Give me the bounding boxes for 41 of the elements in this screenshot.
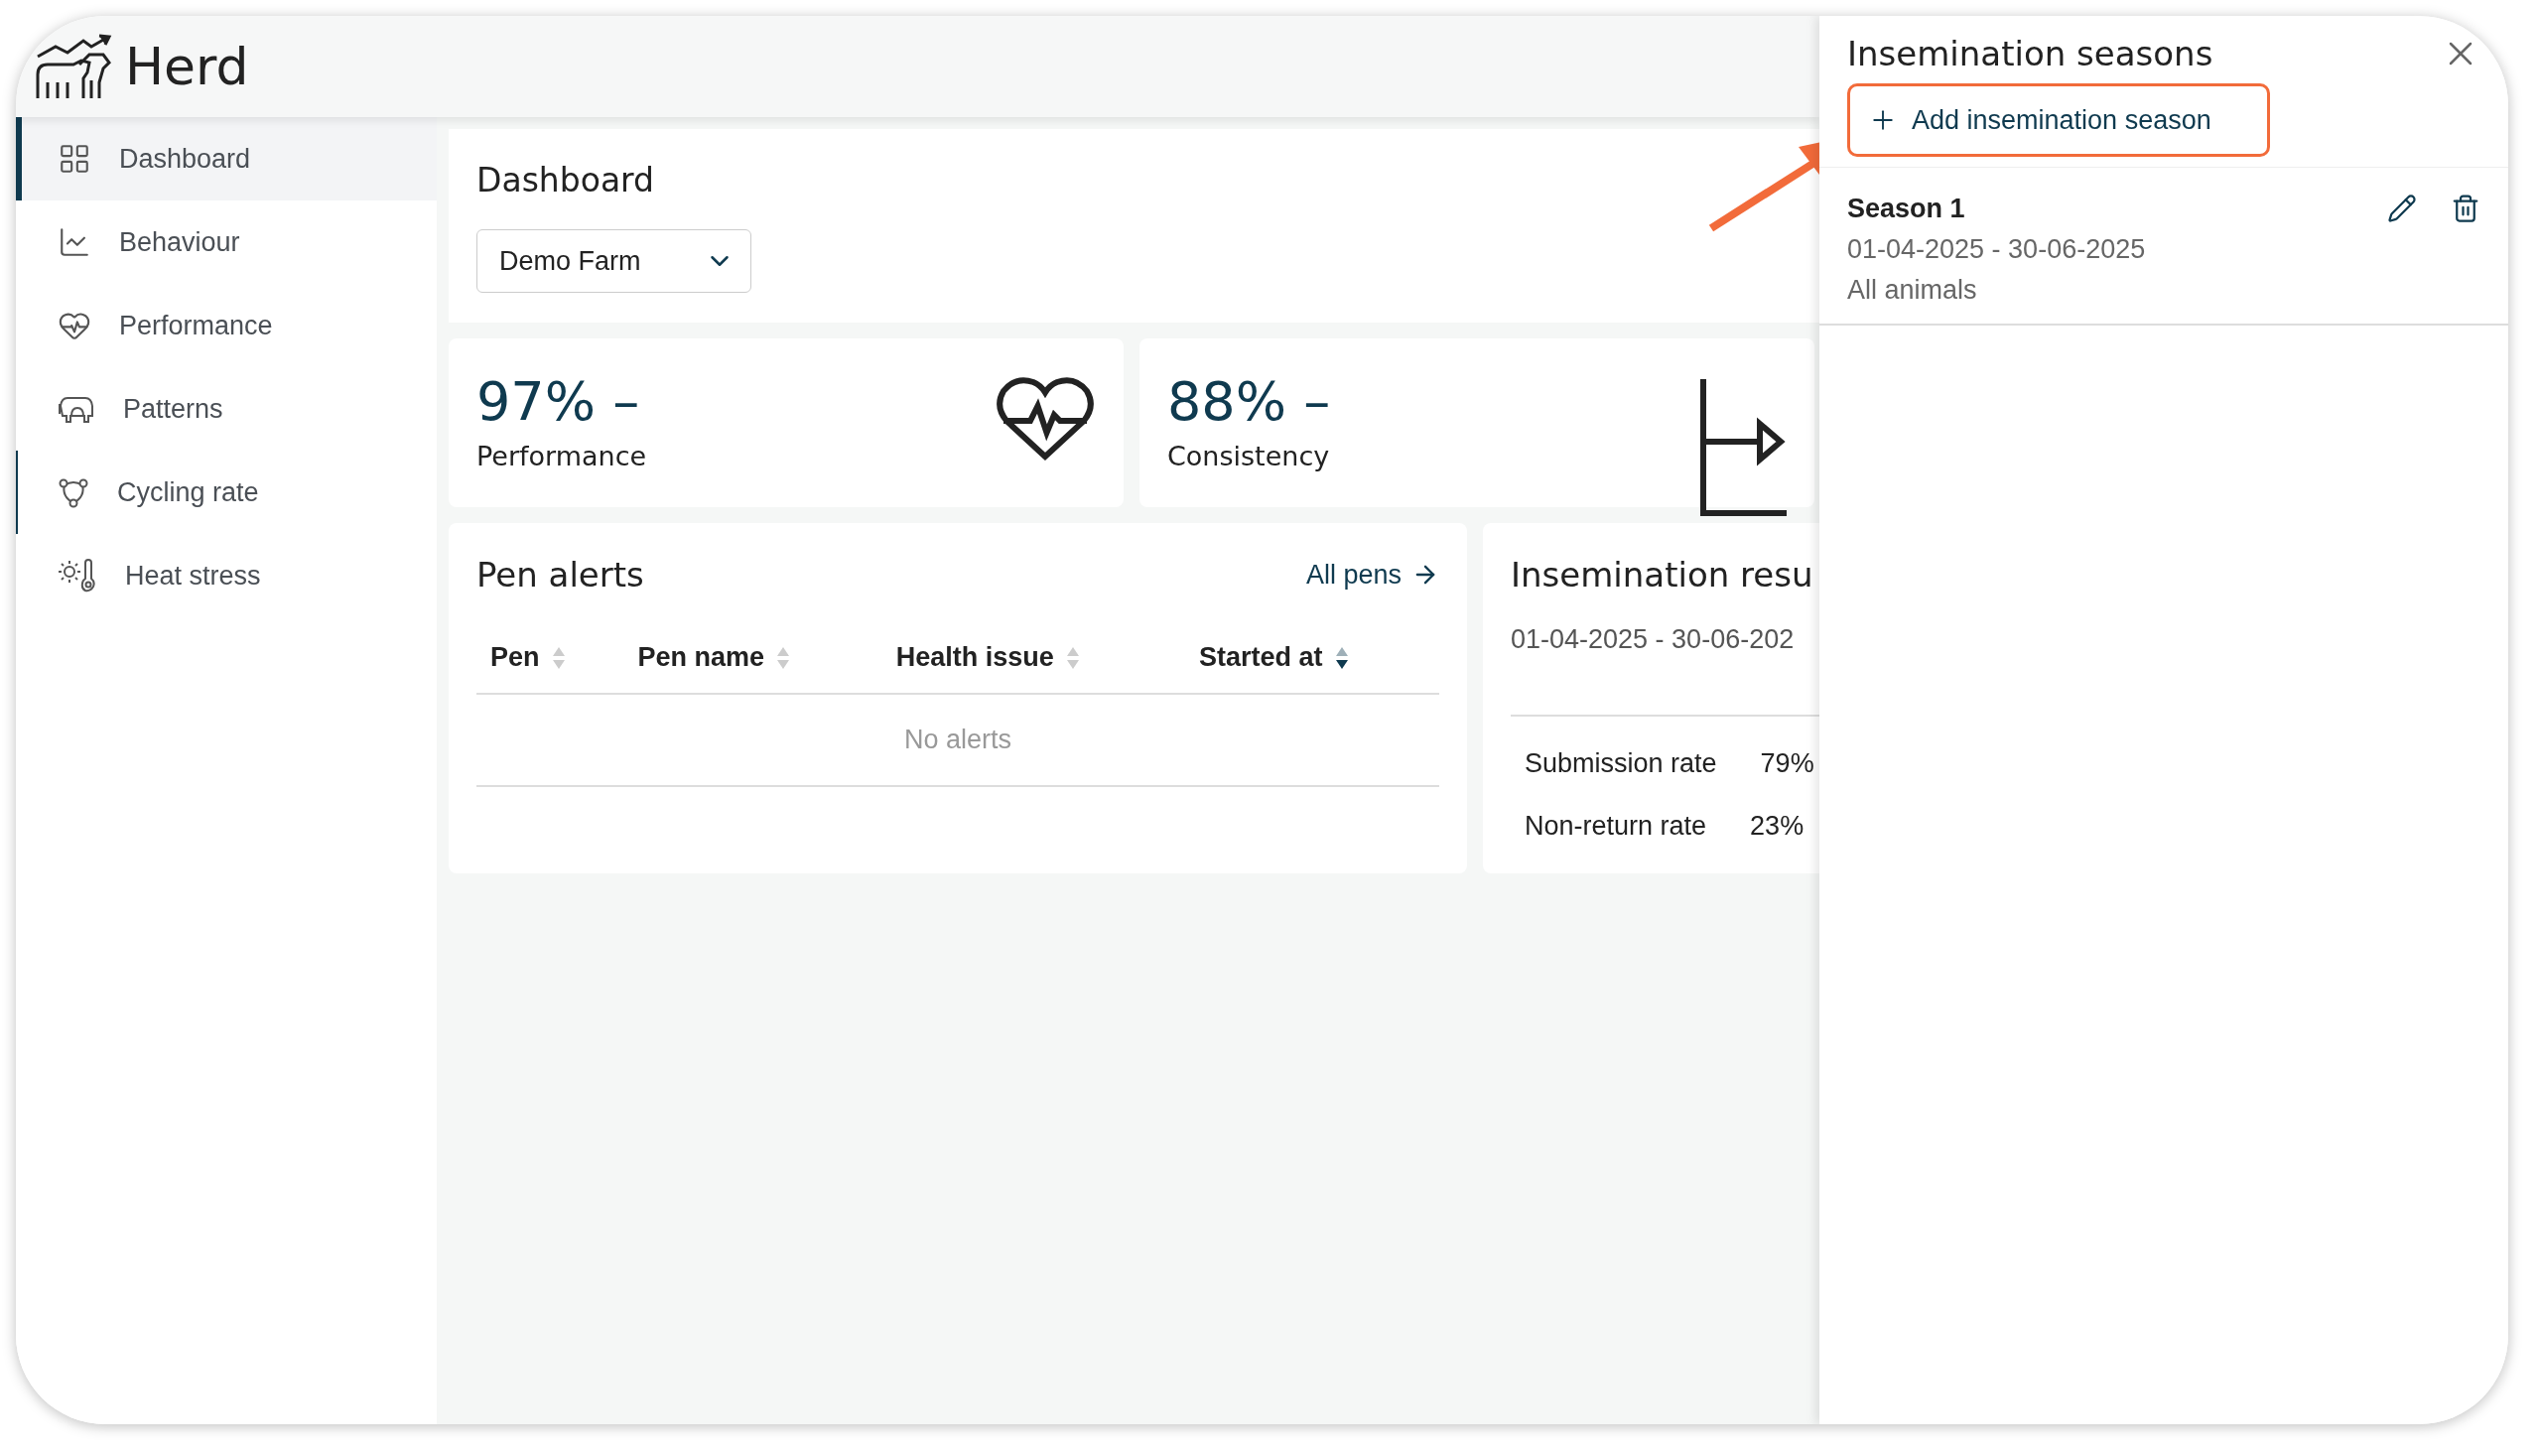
add-season-button[interactable]: Add insemination season xyxy=(1847,83,2270,157)
kpi-value: 97% – xyxy=(476,370,641,433)
app-name: Herd xyxy=(125,37,249,96)
empty-message: No alerts xyxy=(476,694,1439,786)
card-title: Insemination resu xyxy=(1511,555,1814,595)
sidebar-item[interactable]: Heat stress xyxy=(16,534,437,617)
chart-axis-arrow-icon xyxy=(1697,376,1787,518)
column-header[interactable]: Pen xyxy=(476,628,624,694)
season-period: 01-04-2025 - 30-06-2025 xyxy=(1847,234,2146,265)
column-header[interactable]: Started at xyxy=(1185,628,1439,694)
all-pens-link[interactable]: All pens xyxy=(1305,559,1439,591)
sort-icon[interactable] xyxy=(1334,645,1349,670)
card-title: Pen alerts xyxy=(476,555,644,595)
sidebar-item[interactable]: Patterns xyxy=(16,367,437,451)
metric-label: Non-return rate xyxy=(1525,811,1707,842)
edit-button[interactable] xyxy=(2387,194,2417,223)
metric-value: 23% xyxy=(1750,811,1805,842)
sidebar-item[interactable]: Dashboard xyxy=(16,117,437,200)
kpi-label: Performance xyxy=(476,441,647,471)
line-chart-icon xyxy=(58,225,91,259)
page-title: Dashboard xyxy=(476,161,656,199)
sun-thermometer-icon xyxy=(58,559,97,593)
heart-pulse-icon xyxy=(995,376,1096,463)
trash-icon xyxy=(2451,194,2480,223)
kpi-label: Consistency xyxy=(1167,441,1331,471)
metric-value: 79% xyxy=(1760,748,1814,779)
column-header[interactable]: Pen name xyxy=(623,628,882,694)
metric-label: Submission rate xyxy=(1525,748,1717,779)
season-scope: All animals xyxy=(1847,275,1978,306)
cycle-icon xyxy=(58,476,89,508)
column-header[interactable]: Health issue xyxy=(881,628,1186,694)
drawer-title: Insemination seasons xyxy=(1847,34,2214,73)
kpi-value: 88% – xyxy=(1167,370,1331,433)
pencil-icon xyxy=(2387,194,2417,223)
cow-icon xyxy=(58,394,95,424)
delete-button[interactable] xyxy=(2451,194,2480,223)
sidebar-item[interactable]: Behaviour xyxy=(16,200,437,284)
grid-icon xyxy=(58,142,91,176)
farm-select[interactable]: Demo Farm xyxy=(476,229,751,293)
season-name: Season 1 xyxy=(1847,194,1966,224)
sidebar-item[interactable]: Performance xyxy=(16,284,437,367)
